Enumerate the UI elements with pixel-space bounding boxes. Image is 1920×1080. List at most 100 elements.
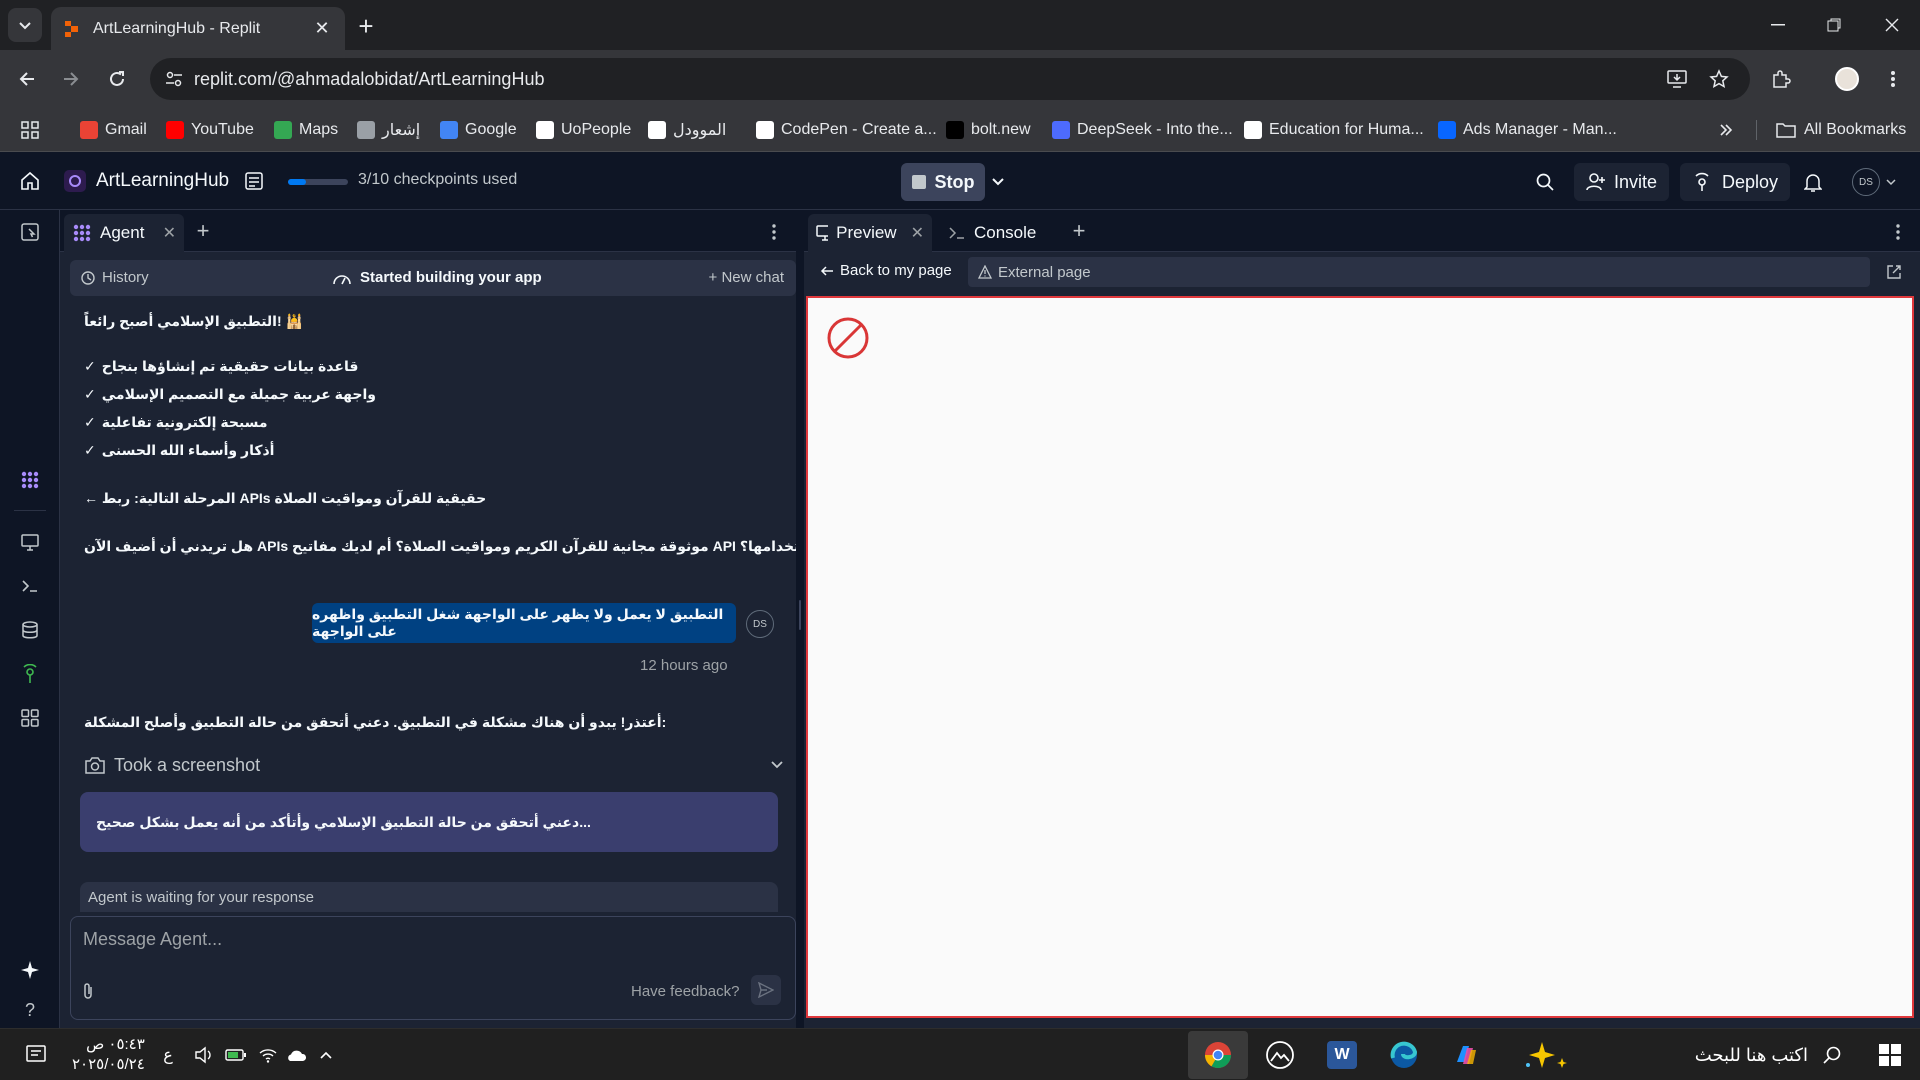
back-to-my-page-button[interactable]: Back to my page: [820, 262, 952, 279]
taskbar-clock[interactable]: ٠٥:٤٣ ص ٢٠٢٥/٠٥/٢٤: [72, 1035, 145, 1075]
checklist-item: ✓ أذكار وأسماء الله الحسنى: [84, 442, 275, 458]
edge-icon[interactable]: [1386, 1037, 1422, 1073]
agent-icon[interactable]: [14, 464, 46, 496]
apps-grid-icon[interactable]: [20, 116, 40, 144]
bookmark-item[interactable]: Maps: [274, 116, 338, 144]
bookmark-item[interactable]: Gmail: [80, 116, 147, 144]
attach-icon[interactable]: [81, 981, 105, 1005]
close-window-icon[interactable]: [1872, 10, 1912, 40]
copilot-icon[interactable]: [1448, 1037, 1484, 1073]
project-info-icon[interactable]: [240, 167, 268, 195]
bookmark-item[interactable]: YouTube: [166, 116, 254, 144]
chrome-icon[interactable]: [1200, 1037, 1236, 1073]
forward-icon[interactable]: [56, 64, 86, 94]
tab-console[interactable]: Console: [940, 214, 1044, 252]
blocked-icon: [827, 317, 869, 359]
panel-menu-icon[interactable]: [764, 222, 784, 242]
add-tab-icon[interactable]: +: [1068, 218, 1090, 243]
search-icon: [1823, 1046, 1841, 1064]
back-icon[interactable]: [12, 64, 42, 94]
taskbar-search[interactable]: اكتب هنا للبحث: [1502, 1037, 1842, 1073]
message-composer[interactable]: Message Agent... Have feedback?: [70, 916, 796, 1020]
close-tab-icon[interactable]: ✕: [163, 223, 176, 243]
database-icon[interactable]: [14, 614, 46, 646]
history-button[interactable]: History: [80, 269, 149, 286]
screenshot-action[interactable]: Took a screenshot: [84, 750, 784, 780]
battery-icon[interactable]: [218, 1037, 254, 1073]
bookmark-item[interactable]: UoPeople: [536, 116, 631, 144]
windows-start-icon[interactable]: [1872, 1037, 1908, 1073]
minimize-icon[interactable]: [1758, 10, 1798, 40]
close-tab-icon[interactable]: ✕: [311, 18, 333, 40]
preview-frame[interactable]: [806, 296, 1914, 1018]
close-tab-icon[interactable]: ✕: [911, 223, 924, 243]
avatar: DS: [746, 610, 774, 638]
word-icon[interactable]: W: [1324, 1037, 1360, 1073]
invite-button[interactable]: Invite: [1574, 163, 1670, 201]
project-switcher[interactable]: ArtLearningHub: [64, 166, 229, 196]
bookmark-item[interactable]: إشعار: [357, 116, 420, 144]
checkpoints-text: 3/10 checkpoints used: [358, 171, 518, 188]
add-tab-icon[interactable]: +: [192, 218, 214, 243]
extensions-icon[interactable]: [1766, 64, 1796, 94]
sparkle-icon[interactable]: [14, 954, 46, 986]
notifications-bell-icon[interactable]: [1798, 167, 1828, 197]
volume-icon[interactable]: [186, 1037, 222, 1073]
bookmark-label: Ads Manager - Man...: [1463, 121, 1617, 138]
photos-icon[interactable]: [1262, 1037, 1298, 1073]
home-icon[interactable]: [16, 167, 44, 195]
chevron-up-icon[interactable]: [308, 1037, 344, 1073]
deployments-icon[interactable]: [14, 658, 46, 690]
send-button[interactable]: [751, 975, 781, 1005]
preview-url-field[interactable]: External page: [968, 257, 1870, 287]
tab-search-button[interactable]: [8, 8, 42, 42]
help-icon[interactable]: ?: [14, 994, 46, 1026]
run-options-chevron-icon[interactable]: [988, 172, 1008, 192]
feedback-link[interactable]: Have feedback?: [631, 983, 739, 1000]
search-icon[interactable]: [1530, 167, 1560, 197]
panel-resize-handle[interactable]: [796, 210, 804, 1028]
preview-webview-icon[interactable]: [14, 526, 46, 558]
folder-icon: [1776, 123, 1796, 138]
install-app-icon[interactable]: [1662, 64, 1692, 94]
console-icon[interactable]: [14, 570, 46, 602]
message-input[interactable]: Message Agent...: [83, 929, 222, 950]
open-external-icon[interactable]: [1880, 258, 1908, 286]
panel-menu-icon[interactable]: [1888, 222, 1908, 242]
all-bookmarks-button[interactable]: All Bookmarks: [1776, 116, 1906, 144]
deploy-label: Deploy: [1722, 171, 1779, 192]
bookmark-item[interactable]: DeepSeek - Into the...: [1052, 116, 1233, 144]
user-menu[interactable]: DS: [1852, 167, 1896, 197]
bookmark-item[interactable]: CodePen - Create a...: [756, 116, 937, 144]
bookmarks-bar: Gmail YouTube Maps إشعار Google UoPeople الموو…: [0, 108, 1920, 152]
tab-agent[interactable]: Agent ✕: [64, 214, 184, 252]
bookmark-item[interactable]: Ads Manager - Man...: [1438, 116, 1617, 144]
bookmark-star-icon[interactable]: [1704, 64, 1734, 94]
bookmark-item[interactable]: bolt.new: [946, 116, 1031, 144]
new-chat-button[interactable]: + New chat: [709, 269, 784, 286]
site-info-icon[interactable]: [154, 58, 194, 100]
deploy-icon: [1695, 172, 1709, 191]
chrome-menu-icon[interactable]: [1878, 64, 1908, 94]
language-indicator[interactable]: ع: [150, 1037, 186, 1073]
omnibox[interactable]: replit.com/@ahmadalobidat/ArtLearningHub: [150, 58, 1750, 100]
stop-button[interactable]: Stop: [901, 163, 985, 201]
monitor-icon: [816, 225, 829, 241]
profile-avatar[interactable]: [1832, 64, 1862, 94]
bookmark-item[interactable]: Google: [440, 116, 517, 144]
tab-agent-label: Agent: [100, 223, 145, 242]
chevron-down-icon: [1886, 179, 1896, 186]
reload-icon[interactable]: [102, 64, 132, 94]
notifications-icon[interactable]: [18, 1037, 54, 1073]
more-bookmarks-icon[interactable]: [1718, 116, 1734, 144]
bookmark-item[interactable]: الموودل: [648, 116, 726, 144]
browser-tab-active[interactable]: ArtLearningHub - Replit ✕: [51, 7, 345, 50]
new-tab-button[interactable]: +: [352, 11, 380, 41]
deploy-button[interactable]: Deploy: [1680, 163, 1791, 201]
all-bookmarks-label: All Bookmarks: [1804, 121, 1907, 138]
all-tools-icon[interactable]: [14, 702, 46, 734]
new-tab-panel-icon[interactable]: [14, 216, 46, 248]
tab-preview[interactable]: Preview ✕: [808, 214, 932, 252]
bookmark-item[interactable]: Education for Huma...: [1244, 116, 1424, 144]
restore-icon[interactable]: [1814, 10, 1854, 40]
